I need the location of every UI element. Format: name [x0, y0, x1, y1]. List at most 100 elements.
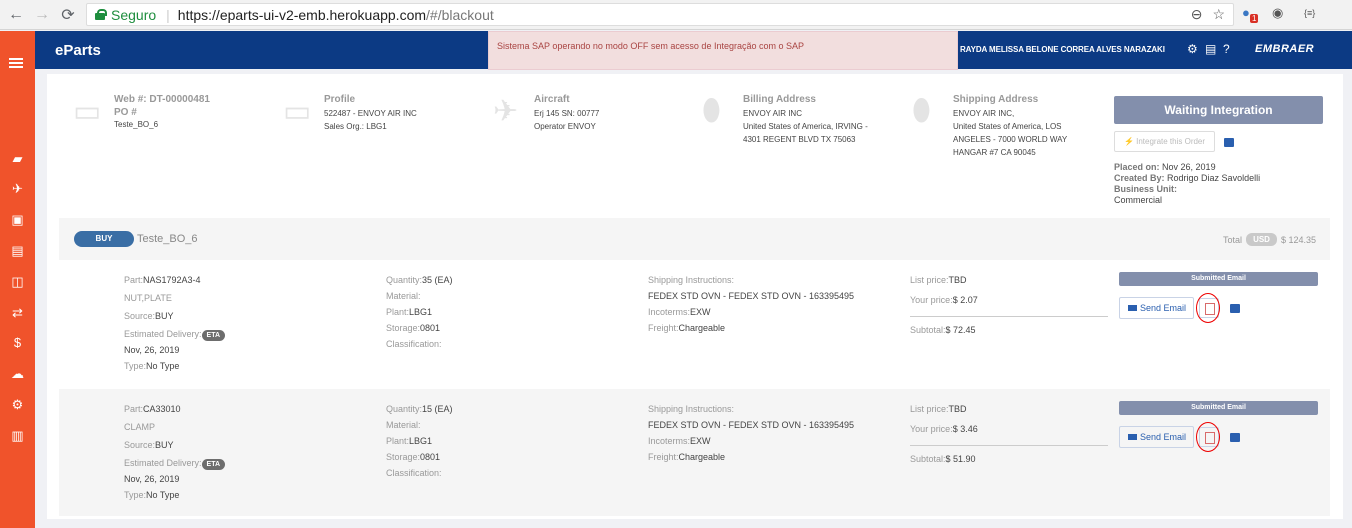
order-item: Part:NAS1792A3-4 NUT,PLATE Source:BUY Es… [59, 260, 1330, 387]
cart-icon[interactable]: ▣ [0, 210, 35, 230]
plant-value: LBG1 [409, 307, 433, 317]
map-marker-icon: ⬮ [702, 94, 721, 127]
extension-badge: 1 [1250, 14, 1259, 23]
part-label: Part: [124, 275, 144, 285]
total-label: Total [1223, 234, 1243, 245]
shipping-instructions-label: Shipping Instructions: [648, 404, 735, 414]
ghostery-extension-icon[interactable]: ◉ [1272, 5, 1283, 21]
book-icon[interactable] [1230, 304, 1240, 313]
box-icon[interactable]: ◫ [0, 272, 35, 292]
list-price-value: TBD [948, 404, 967, 414]
storage-label: Storage: [386, 452, 421, 462]
shipping-instructions-label: Shipping Instructions: [648, 275, 735, 285]
forward-arrow-icon[interactable]: → [32, 5, 52, 25]
bookmark-star-icon[interactable]: ☆ [1212, 6, 1225, 23]
your-price-value: $ 2.07 [952, 295, 978, 305]
eta-date: Nov, 26, 2019 [124, 345, 180, 355]
plant-label: Plant: [386, 307, 410, 317]
waiting-integration-button[interactable]: Waiting Integration [1114, 96, 1323, 124]
source-value: BUY [155, 311, 174, 321]
storage-value: 0801 [420, 323, 441, 333]
total-value: $ 124.35 [1280, 234, 1316, 245]
integrate-order-button[interactable]: ⚡ Integrate this Order [1114, 131, 1215, 152]
plane-icon: ✈ [493, 95, 519, 128]
plant-label: Plant: [386, 436, 410, 446]
item-price-column: List price:TBD Your price:$ 3.46 Subtota… [910, 401, 1108, 467]
book-icon[interactable] [1230, 433, 1240, 442]
back-arrow-icon[interactable]: ← [6, 5, 26, 25]
eta-label: Estimated Delivery: [124, 329, 202, 339]
gear-icon[interactable]: ⚙ [1187, 42, 1198, 56]
source-value: BUY [155, 440, 174, 450]
quantity-value: 35 (EA) [422, 275, 453, 285]
freight-label: Freight: [648, 452, 679, 462]
help-icon[interactable]: ? [1223, 42, 1230, 56]
shipping-instructions-value: FEDEX STD OVN - FEDEX STD OVN - 16339549… [648, 420, 855, 430]
incoterms-value: EXW [690, 436, 711, 446]
dollar-icon[interactable]: $ [0, 333, 35, 353]
settings-icon[interactable]: ⚙ [0, 395, 35, 415]
subtotal-value: $ 51.90 [945, 454, 976, 464]
part-label: Part: [124, 404, 144, 414]
eta-date: Nov, 26, 2019 [124, 474, 180, 484]
price-divider [910, 316, 1108, 317]
buy-badge: BUY [74, 231, 134, 247]
url-host: https://eparts-ui-v2-emb.herokuapp.com [177, 6, 427, 23]
part-description: NUT,PLATE [124, 293, 172, 303]
eta-badge: ETA [201, 459, 226, 470]
created-value: Rodrigo Diaz Savoldelli [1167, 173, 1261, 183]
type-label: Type: [124, 361, 147, 371]
address-bar[interactable]: Seguro | https://eparts-ui-v2-emb.heroku… [86, 3, 1234, 26]
item-price-column: List price:TBD Your price:$ 2.07 Subtota… [910, 272, 1108, 338]
shipping-instructions-value: FEDEX STD OVN - FEDEX STD OVN - 16339549… [648, 291, 855, 301]
type-value: No Type [146, 490, 180, 500]
your-price-value: $ 3.46 [952, 424, 978, 434]
secure-label: Seguro [111, 6, 157, 23]
exchange-icon[interactable]: ⇄ [0, 303, 35, 323]
item-quantity-column: Quantity:15 (EA) Material: Plant:LBG1 St… [386, 401, 453, 481]
order-ref: Teste_BO_6 [137, 233, 198, 245]
book-icon[interactable] [1224, 138, 1234, 147]
part-description: CLAMP [124, 422, 156, 432]
freight-value: Chargeable [678, 323, 726, 333]
lock-icon [95, 9, 107, 20]
annotation-circle [1196, 293, 1220, 323]
map-marker-icon: ⬮ [912, 94, 931, 127]
submitted-email-badge: Submitted Email [1119, 401, 1318, 415]
order-item: Part:CA33010 CLAMP Source:BUY Estimated … [59, 389, 1330, 516]
type-label: Type: [124, 490, 147, 500]
subtotal-value: $ 72.45 [945, 325, 976, 335]
item-quantity-column: Quantity:35 (EA) Material: Plant:LBG1 St… [386, 272, 453, 352]
plane-icon[interactable]: ✈ [0, 179, 35, 199]
incoterms-value: EXW [690, 307, 711, 317]
browser-toolbar: ← → ⟳ Seguro | https://eparts-ui-v2-emb.… [0, 0, 1352, 30]
brand-logo[interactable]: eParts [55, 42, 101, 59]
chart-icon[interactable]: ▥ [0, 426, 35, 446]
subtotal-label: Subtotal: [910, 325, 946, 335]
created-label: Created By: [1114, 173, 1165, 183]
your-price-label: Your price: [910, 424, 953, 434]
incoterms-label: Incoterms: [648, 307, 691, 317]
material-label: Material: [386, 420, 421, 430]
document-icon[interactable]: ▤ [0, 241, 35, 261]
document-icon[interactable]: ▤ [1205, 42, 1216, 56]
globe-extension-icon[interactable]: ● [1242, 5, 1250, 20]
cloud-icon[interactable]: ☁ [0, 364, 35, 384]
business-unit-label: Business Unit: [1114, 184, 1178, 194]
zoom-icon[interactable]: ⊖ [1191, 6, 1203, 23]
send-email-button[interactable]: Send Email [1119, 426, 1194, 448]
json-extension-icon[interactable]: {≡} [1304, 8, 1315, 18]
source-label: Source: [124, 440, 156, 450]
truck-icon[interactable]: ▰ [0, 149, 35, 169]
classification-label: Classification: [386, 339, 442, 349]
send-email-button[interactable]: Send Email [1119, 297, 1194, 319]
order-meta: Placed on: Nov 26, 2019 Created By: Rodr… [1114, 162, 1260, 206]
menu-icon[interactable] [9, 58, 23, 68]
item-part-column: Part:CA33010 CLAMP Source:BUY Estimated … [124, 401, 226, 503]
quantity-label: Quantity: [386, 404, 423, 414]
classification-label: Classification: [386, 468, 442, 478]
sidebar: ▰ ✈ ▣ ▤ ◫ ⇄ $ ☁ ⚙ ▥ [0, 31, 35, 528]
reload-icon[interactable]: ⟳ [58, 5, 78, 25]
user-name[interactable]: RAYDA MELISSA BELONE CORREA ALVES NARAZA… [960, 45, 1165, 54]
annotation-circle [1196, 422, 1220, 452]
